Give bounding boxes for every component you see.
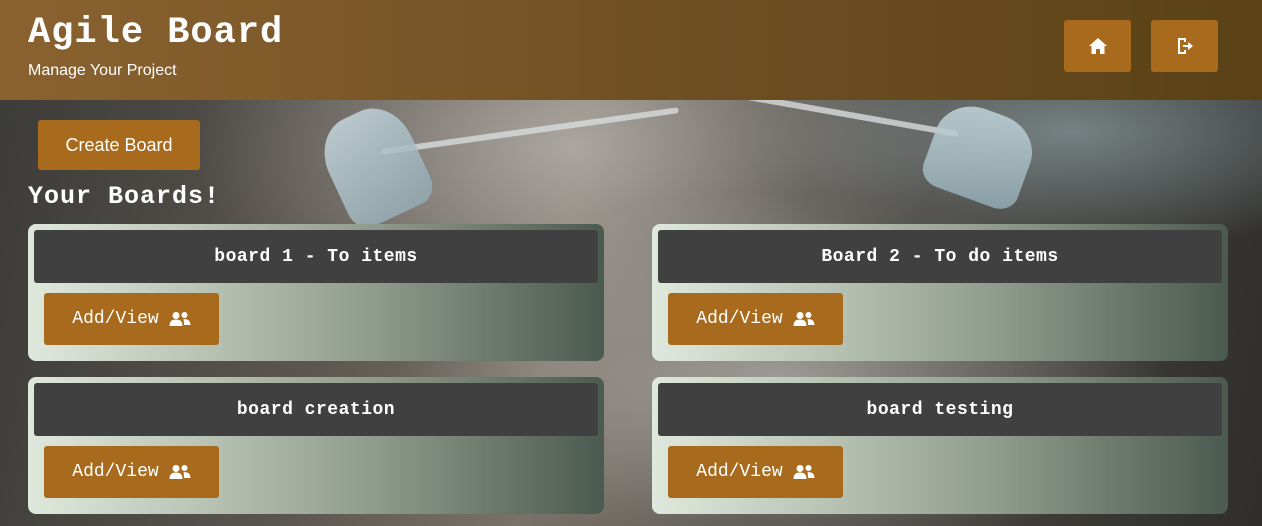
add-view-label: Add/View	[696, 462, 783, 482]
sign-out-icon	[1175, 36, 1195, 56]
background-lamp	[310, 96, 440, 234]
add-view-button[interactable]: Add/View	[668, 446, 843, 498]
board-card: board 1 - To items Add/View	[28, 224, 604, 361]
app-title: Agile Board	[28, 12, 284, 54]
board-title: board 1 - To items	[34, 230, 598, 283]
logout-button[interactable]	[1151, 20, 1218, 72]
board-card: Board 2 - To do items Add/View	[652, 224, 1228, 361]
background-lamp	[917, 95, 1043, 215]
background-lamp-arm	[381, 107, 679, 155]
users-icon	[169, 464, 191, 480]
home-icon	[1088, 37, 1108, 55]
board-title: board creation	[34, 383, 598, 436]
add-view-button[interactable]: Add/View	[44, 293, 219, 345]
create-board-button[interactable]: Create Board	[38, 120, 200, 170]
users-icon	[793, 311, 815, 327]
add-view-label: Add/View	[72, 309, 159, 329]
board-title: board testing	[658, 383, 1222, 436]
app-header: Agile Board Manage Your Project	[0, 0, 1262, 100]
add-view-label: Add/View	[72, 462, 159, 482]
board-title: Board 2 - To do items	[658, 230, 1222, 283]
users-icon	[169, 311, 191, 327]
board-card: board testing Add/View	[652, 377, 1228, 514]
your-boards-heading: Your Boards!	[28, 182, 221, 211]
users-icon	[793, 464, 815, 480]
board-card: board creation Add/View	[28, 377, 604, 514]
app-subtitle: Manage Your Project	[28, 62, 177, 79]
home-button[interactable]	[1064, 20, 1131, 72]
add-view-button[interactable]: Add/View	[44, 446, 219, 498]
add-view-label: Add/View	[696, 309, 783, 329]
add-view-button[interactable]: Add/View	[668, 293, 843, 345]
